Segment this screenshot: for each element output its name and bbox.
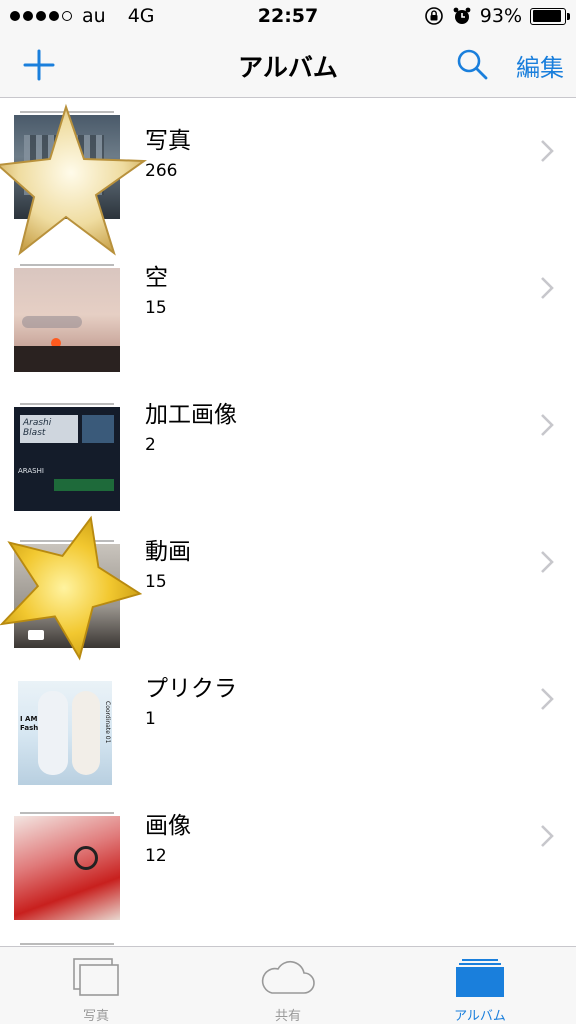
- album-thumbnail: I AM Fashionista Coordinate 01: [14, 677, 120, 785]
- album-name: 写真: [145, 128, 191, 154]
- chevron-right-icon: [541, 688, 554, 710]
- album-count: 15: [145, 298, 167, 318]
- thumbnail-detail: [72, 691, 100, 775]
- album-count: 15: [145, 572, 167, 592]
- thumbnail-stack-edge: [20, 403, 114, 405]
- thumbnail-stack-edge: [20, 943, 114, 945]
- album-count: 266: [145, 161, 178, 181]
- tab-label: 共有: [274, 1009, 301, 1024]
- album-count: 2: [145, 435, 156, 455]
- tab-bar: 写真 共有 アルバム: [0, 946, 576, 1024]
- search-icon[interactable]: [454, 46, 490, 82]
- thumbnail-detail: [82, 415, 114, 443]
- thumbnail-image: [14, 268, 120, 372]
- thumbnail-detail: [54, 479, 114, 491]
- thumbnail-text: ARASHI: [18, 467, 44, 475]
- chevron-right-icon: [541, 140, 554, 162]
- album-row[interactable]: 空 15: [0, 236, 576, 372]
- status-bar: au 4G 22:57 93%: [0, 0, 576, 34]
- album-name: 空: [145, 265, 168, 291]
- thumbnail-image: Arashi Blast ARASHI: [14, 407, 120, 511]
- chevron-right-icon: [541, 277, 554, 299]
- battery-tip: [567, 12, 570, 20]
- battery-percent: 93%: [479, 5, 522, 27]
- thumbnail-image: I AM Fashionista Coordinate 01: [18, 681, 112, 785]
- thumbnail-stack-edge: [20, 812, 114, 814]
- thumbnail-image: [14, 816, 120, 920]
- thumbnail-detail: [74, 846, 98, 870]
- navigation-bar: アルバム 編集: [0, 34, 576, 98]
- edit-button[interactable]: 編集: [516, 48, 564, 83]
- star-sticker-icon: [0, 515, 142, 661]
- album-row[interactable]: 動画 15: [0, 510, 576, 661]
- thumbnail-detail: [38, 691, 68, 775]
- battery-fill: [532, 10, 562, 22]
- album-row[interactable]: 写真 266: [0, 99, 576, 256]
- tab-albums[interactable]: アルバム: [384, 947, 576, 1024]
- cloud-shape: [22, 316, 82, 328]
- album-name: 動画: [145, 539, 191, 565]
- battery-icon: [530, 7, 570, 25]
- album-thumbnail: Arashi Blast ARASHI: [14, 403, 120, 511]
- tab-label: アルバム: [454, 1009, 506, 1024]
- cloud-icon: [261, 960, 315, 994]
- alarm-icon: [453, 7, 471, 24]
- chevron-right-icon: [541, 825, 554, 847]
- album-name: 画像: [145, 813, 191, 839]
- thumbnail-text: Arashi Blast: [20, 415, 78, 443]
- status-right: 93%: [424, 5, 570, 27]
- thumbnail-text: Coordinate 01: [104, 701, 111, 744]
- album-row[interactable]: I AM Fashionista Coordinate 01 プリクラ 1: [0, 647, 576, 785]
- album-count: 12: [145, 846, 167, 866]
- album-row[interactable]: 画像 12: [0, 784, 576, 920]
- album-thumbnail: [14, 264, 120, 372]
- album-count: 1: [145, 709, 156, 729]
- orientation-lock-icon: [424, 7, 443, 25]
- thumbnail-stack-edge: [20, 264, 114, 266]
- tab-label: 写真: [82, 1009, 109, 1024]
- album-thumbnail: [14, 812, 120, 920]
- album-name: 加工画像: [145, 402, 237, 428]
- album-name: プリクラ: [145, 676, 237, 702]
- chevron-right-icon: [541, 551, 554, 573]
- chevron-right-icon: [541, 414, 554, 436]
- skyline-shape: [14, 346, 120, 372]
- albums-icon: [456, 959, 504, 997]
- tab-photos[interactable]: 写真: [0, 947, 192, 1024]
- tab-shared[interactable]: 共有: [192, 947, 384, 1024]
- album-row[interactable]: Arashi Blast ARASHI 加工画像 2: [0, 373, 576, 511]
- photos-icon: [73, 958, 119, 996]
